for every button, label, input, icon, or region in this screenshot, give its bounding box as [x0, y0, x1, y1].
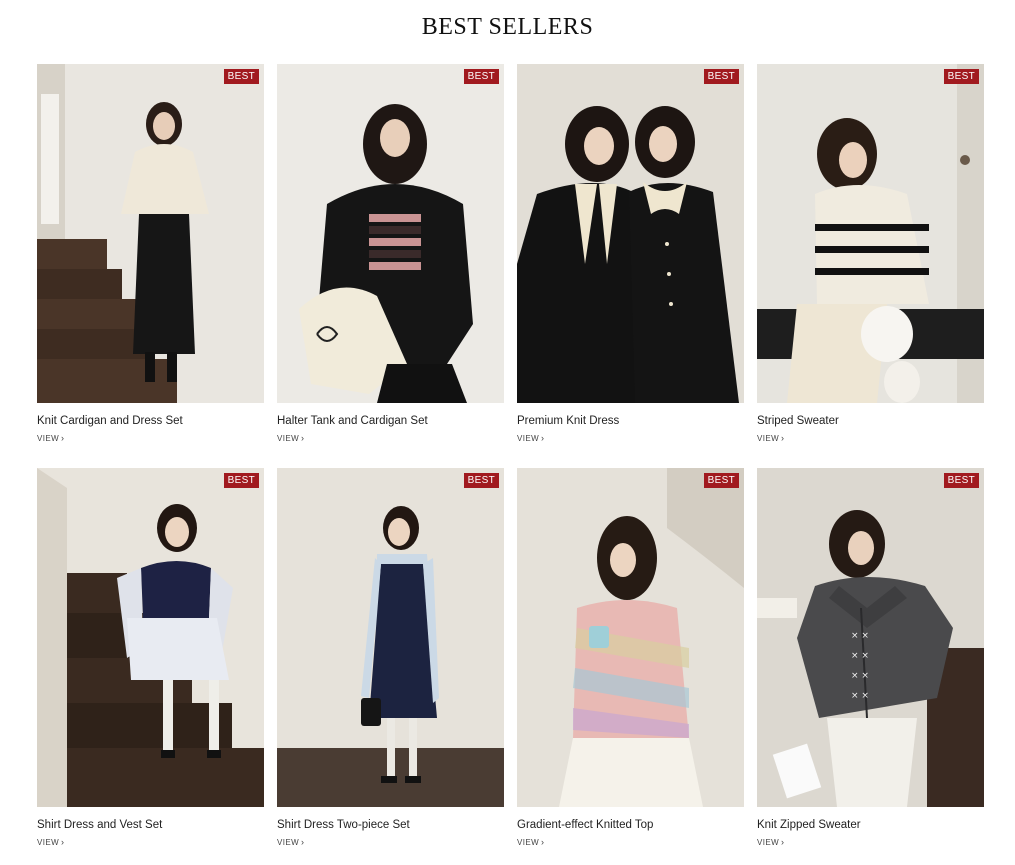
product-photo-illustration: [277, 64, 504, 403]
product-name[interactable]: Striped Sweater: [757, 414, 984, 428]
view-link[interactable]: VIEW ›: [37, 837, 64, 848]
product-name[interactable]: Premium Knit Dress: [517, 414, 744, 428]
product-card[interactable]: BEST Knit Cardigan and Dress Set VIEW ›: [37, 64, 264, 445]
product-card[interactable]: BEST Shirt Dress Two-piece Set VIEW ›: [277, 468, 504, 849]
view-label: VIEW: [37, 434, 60, 443]
best-badge: BEST: [943, 473, 979, 488]
chevron-right-icon: ›: [61, 837, 65, 847]
product-card[interactable]: BEST Halter Tank and Cardigan Set VIEW ›: [277, 64, 504, 445]
view-link[interactable]: VIEW ›: [277, 433, 304, 444]
svg-text:× ×: × ×: [851, 631, 869, 641]
product-photo-illustration: [517, 64, 744, 403]
view-link[interactable]: VIEW ›: [37, 433, 64, 444]
best-badge: BEST: [223, 473, 259, 488]
best-badge: BEST: [223, 69, 259, 84]
product-card[interactable]: BEST Gradient-effect Knitted Top VIEW ›: [517, 468, 744, 849]
product-photo-illustration: [277, 468, 504, 807]
view-label: VIEW: [517, 838, 540, 847]
product-photo-illustration: × × × × × × × ×: [757, 468, 984, 807]
view-label: VIEW: [277, 838, 300, 847]
product-name[interactable]: Knit Zipped Sweater: [757, 818, 984, 832]
product-name[interactable]: Shirt Dress Two-piece Set: [277, 818, 504, 832]
best-badge: BEST: [703, 69, 739, 84]
product-name[interactable]: Knit Cardigan and Dress Set: [37, 414, 264, 428]
product-image[interactable]: BEST: [37, 64, 264, 403]
product-photo-illustration: [37, 468, 264, 807]
product-card[interactable]: BEST Shirt Dress and Vest Set VIEW ›: [37, 468, 264, 849]
product-photo-illustration: [37, 64, 264, 403]
view-label: VIEW: [517, 434, 540, 443]
product-name[interactable]: Halter Tank and Cardigan Set: [277, 414, 504, 428]
chevron-right-icon: ›: [61, 433, 65, 443]
product-image[interactable]: BEST: [277, 468, 504, 807]
svg-text:× ×: × ×: [851, 671, 869, 681]
svg-text:× ×: × ×: [851, 651, 869, 661]
product-photo-illustration: [517, 468, 744, 807]
best-badge: BEST: [463, 69, 499, 84]
best-badge: BEST: [703, 473, 739, 488]
chevron-right-icon: ›: [301, 837, 305, 847]
chevron-right-icon: ›: [541, 433, 545, 443]
view-label: VIEW: [277, 434, 300, 443]
chevron-right-icon: ›: [781, 837, 785, 847]
product-grid: BEST Knit Cardigan and Dress Set VIEW › B…: [37, 64, 984, 849]
product-photo-illustration: [757, 64, 984, 403]
product-image[interactable]: BEST: [517, 64, 744, 403]
best-badge: BEST: [463, 473, 499, 488]
product-card[interactable]: BEST Premium Knit Dress VIEW ›: [517, 64, 744, 445]
view-link[interactable]: VIEW ›: [277, 837, 304, 848]
product-image[interactable]: BEST: [757, 64, 984, 403]
chevron-right-icon: ›: [301, 433, 305, 443]
product-card[interactable]: BEST Striped Sweater VIEW ›: [757, 64, 984, 445]
view-label: VIEW: [37, 838, 60, 847]
product-image[interactable]: × × × × × × × × BEST: [757, 468, 984, 807]
view-link[interactable]: VIEW ›: [757, 837, 784, 848]
product-name[interactable]: Shirt Dress and Vest Set: [37, 818, 264, 832]
chevron-right-icon: ›: [541, 837, 545, 847]
product-image[interactable]: BEST: [37, 468, 264, 807]
product-card[interactable]: × × × × × × × × BEST Knit Zipped Sweater…: [757, 468, 984, 849]
view-link[interactable]: VIEW ›: [517, 433, 544, 444]
view-link[interactable]: VIEW ›: [757, 433, 784, 444]
product-image[interactable]: BEST: [277, 64, 504, 403]
best-badge: BEST: [943, 69, 979, 84]
view-link[interactable]: VIEW ›: [517, 837, 544, 848]
section-title: BEST SELLERS: [421, 14, 594, 40]
product-image[interactable]: BEST: [517, 468, 744, 807]
product-name[interactable]: Gradient-effect Knitted Top: [517, 818, 744, 832]
view-label: VIEW: [757, 838, 780, 847]
chevron-right-icon: ›: [781, 433, 785, 443]
svg-text:× ×: × ×: [851, 691, 869, 701]
view-label: VIEW: [757, 434, 780, 443]
